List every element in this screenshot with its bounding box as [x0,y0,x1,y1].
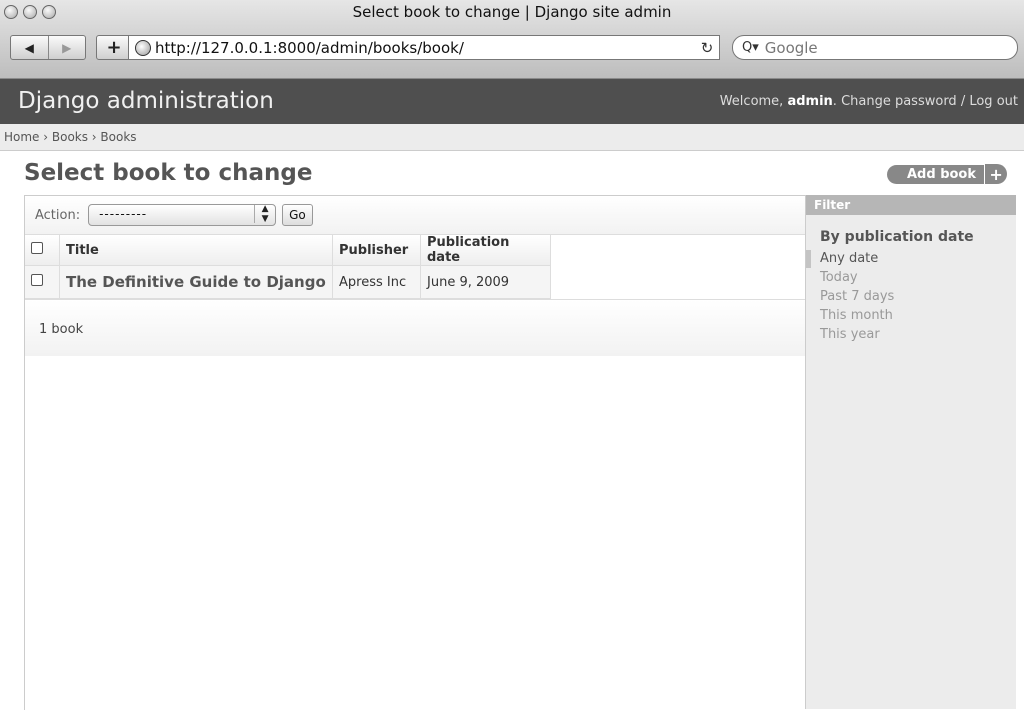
book-title-link[interactable]: The Definitive Guide to Django [66,273,326,291]
select-all-cell [25,235,60,266]
results-table: Title Publisher Publication date The Def… [25,235,551,299]
add-icon[interactable]: + [984,164,1008,184]
filter-option-any-date[interactable]: Any date [806,249,1016,268]
column-header-publication-date[interactable]: Publication date [420,235,551,266]
admin-header: Django administration Welcome, admin. Ch… [0,79,1024,124]
action-label: Action: [35,207,81,223]
back-icon: ◀ [24,40,34,55]
url-text[interactable]: http://127.0.0.1:8000/admin/books/book/ [155,39,695,57]
window-title: Select book to change | Django site admi… [352,3,672,21]
filter-option-past-7-days[interactable]: Past 7 days [806,287,1016,306]
go-button[interactable]: Go [282,204,313,226]
result-count: 1 book [39,322,84,337]
filter-sidebar: Filter By publication date Any date Toda… [805,195,1016,709]
table-header-row: Title Publisher Publication date [25,235,551,266]
breadcrumb: Home › Books › Books [0,124,1024,151]
add-book-button[interactable]: Add book + [887,164,1008,184]
page-title: Select book to change [24,160,313,186]
search-input[interactable] [762,37,997,58]
actions-bar: Action: --------- ▲ ▼ Go [25,196,805,235]
plus-icon: + [106,37,122,58]
publisher-cell: Apress Inc [332,265,421,299]
changelist: Action: --------- ▲ ▼ Go Title Publisher … [24,195,805,710]
forward-button[interactable]: ▶ [47,36,86,59]
history-buttons: ◀ ▶ [10,35,86,60]
action-select-value: --------- [99,207,148,221]
reload-icon[interactable]: ↻ [695,39,719,57]
filter-subheading: By publication date [820,229,974,245]
paginator: 1 book [25,299,805,356]
globe-icon [135,39,151,56]
row-select-cell [25,265,60,299]
breadcrumb-text[interactable]: Home › Books › Books [4,130,137,144]
search-bar[interactable]: Q▾ [732,35,1018,60]
column-header-publisher[interactable]: Publisher [332,235,421,266]
browser-toolbar: Select book to change | Django site admi… [0,0,1024,79]
filter-options: Any date Today Past 7 days This month Th… [806,249,1016,344]
filter-option-this-month[interactable]: This month [806,306,1016,325]
select-arrows-icon: ▲ ▼ [254,204,275,224]
site-branding[interactable]: Django administration [18,88,274,114]
add-book-label[interactable]: Add book [887,164,985,184]
table-row: The Definitive Guide to Django Apress In… [25,265,551,299]
select-all-checkbox[interactable] [31,242,43,254]
back-button[interactable]: ◀ [11,36,48,59]
add-bookmark-button[interactable]: + [96,35,132,60]
logout-link[interactable]: Log out [969,94,1018,109]
book-title-cell: The Definitive Guide to Django [59,265,333,299]
address-bar[interactable]: http://127.0.0.1:8000/admin/books/book/ … [128,35,720,60]
change-password-link[interactable]: Change password [841,94,957,109]
action-select[interactable]: --------- ▲ ▼ [88,204,277,226]
row-checkbox[interactable] [31,274,43,286]
filter-heading: Filter [806,195,1016,215]
forward-icon: ▶ [62,40,72,55]
publication-date-cell: June 9, 2009 [420,265,551,299]
filter-option-today[interactable]: Today [806,268,1016,287]
welcome-text: Welcome, [719,94,788,109]
column-header-title[interactable]: Title [59,235,333,266]
user-tools: Welcome, admin. Change password / Log ou… [719,94,1018,109]
username: admin [787,94,833,109]
user-tools-separator: / [956,94,970,109]
filter-option-this-year[interactable]: This year [806,325,1016,344]
search-icon: Q▾ [742,40,759,55]
